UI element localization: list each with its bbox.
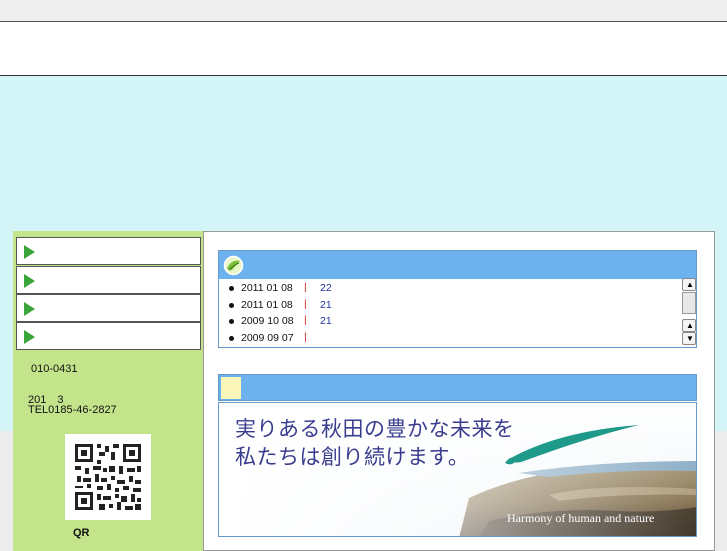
browser-top-bar — [0, 0, 727, 22]
news-link[interactable]: 22 — [320, 282, 332, 294]
banner-header-bar — [218, 374, 697, 401]
news-link[interactable]: 21 — [320, 299, 332, 311]
bullet-icon — [229, 335, 234, 341]
scroll-up-button[interactable]: ▲ — [682, 319, 696, 332]
news-panel-header — [219, 251, 696, 279]
site-header — [0, 22, 727, 76]
bullet-icon — [229, 302, 234, 308]
banner-tagline: Harmony of human and nature — [507, 511, 655, 525]
leaf-globe-icon — [223, 255, 244, 276]
main-banner: 実りある秋田の豊かな未来を 私たちは創り続けます。 Harmony of hum… — [218, 402, 697, 537]
sidebar: 010-0431 201 3 TEL0185-46-2827 QR — [13, 231, 204, 551]
news-link[interactable]: 21 — [320, 315, 332, 327]
sidebar-nav-item-2[interactable] — [16, 266, 201, 294]
sidebar-nav-item-4[interactable] — [16, 322, 201, 350]
triangle-right-icon — [24, 245, 35, 259]
news-item[interactable]: 2009 10 08 | 21 — [219, 313, 681, 330]
sidebar-nav-item-1[interactable] — [16, 237, 201, 265]
bullet-icon — [229, 319, 234, 324]
triangle-right-icon — [24, 330, 35, 344]
scroll-down-button[interactable]: ▼ — [682, 332, 696, 345]
scroll-up-button[interactable]: ▲ — [682, 278, 696, 291]
qr-label: QR — [73, 527, 90, 539]
news-date: 2009 10 08 — [241, 315, 294, 327]
news-separator: | — [304, 281, 307, 293]
qr-code-icon — [73, 442, 143, 512]
news-scrollbar[interactable]: ▲ ▲ ▼ — [682, 278, 696, 346]
sidebar-nav-item-3[interactable] — [16, 294, 201, 322]
bullet-icon — [229, 286, 234, 291]
scroll-thumb[interactable] — [682, 292, 696, 314]
postal-code: 010-0431 — [31, 363, 78, 375]
news-panel: 2011 01 08 | 22 2011 01 08 | 21 2009 10 … — [218, 250, 697, 348]
triangle-right-icon — [24, 274, 35, 288]
header-square-icon — [221, 377, 241, 399]
news-item[interactable]: 2009 09 07 | — [219, 330, 681, 347]
news-separator: | — [304, 297, 307, 310]
news-item[interactable]: 2011 01 08 | 22 — [219, 280, 681, 297]
qr-code-image — [65, 434, 151, 520]
banner-headline-1: 実りある秋田の豊かな未来を — [235, 417, 515, 441]
banner-headline-2: 私たちは創り続けます。 — [235, 445, 470, 469]
news-date: 2009 09 07 — [241, 331, 294, 344]
news-list: 2011 01 08 | 22 2011 01 08 | 21 2009 10 … — [219, 280, 681, 346]
triangle-right-icon — [24, 302, 35, 316]
news-separator: | — [304, 314, 307, 326]
news-item[interactable]: 2011 01 08 | 21 — [219, 297, 681, 314]
telephone: TEL0185-46-2827 — [28, 404, 117, 416]
news-date: 2011 01 08 — [241, 298, 293, 311]
news-date: 2011 01 08 — [241, 282, 293, 294]
news-separator: | — [304, 330, 307, 343]
